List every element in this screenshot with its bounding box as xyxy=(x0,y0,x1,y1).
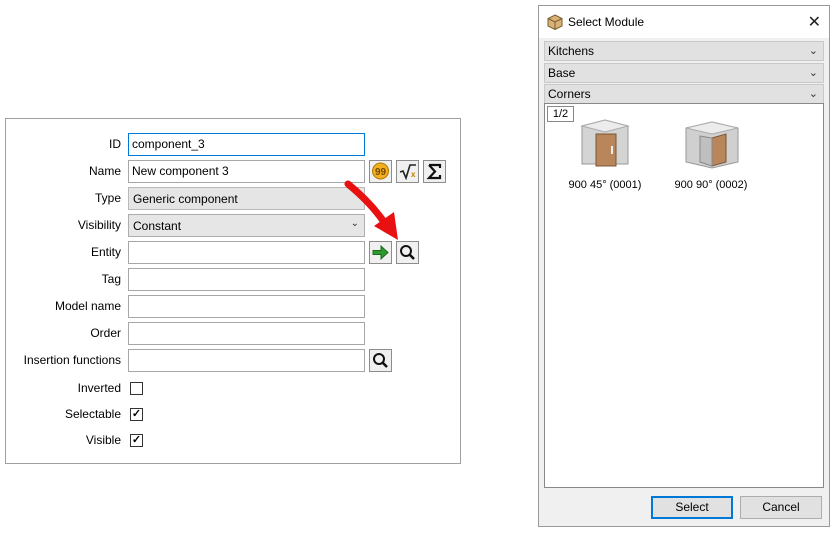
category-label: Base xyxy=(548,66,576,80)
cube-icon xyxy=(547,14,563,30)
visibility-value: Constant xyxy=(133,219,182,233)
component-properties-panel: ID component_3 Name New component 3 99 x… xyxy=(5,118,461,464)
visible-label: Visible xyxy=(85,433,121,447)
sum-button[interactable] xyxy=(423,160,446,183)
dialog-title: Select Module xyxy=(568,15,645,29)
close-icon[interactable]: ✕ xyxy=(808,12,821,32)
sigma-icon xyxy=(426,163,442,180)
insertion-functions-label: Insertion functions xyxy=(23,353,121,367)
chevron-down-icon: ⌄ xyxy=(808,88,818,100)
inverted-label: Inverted xyxy=(77,381,121,395)
red-annotation-arrow-icon xyxy=(344,180,398,240)
model-name-field[interactable] xyxy=(128,295,365,318)
visibility-label: Visibility xyxy=(77,218,121,232)
entity-field[interactable] xyxy=(128,241,365,264)
category-kitchens[interactable]: Kitchens ⌄ xyxy=(544,41,824,61)
search-insertion-functions-button[interactable] xyxy=(369,349,392,372)
tag-field[interactable] xyxy=(128,268,365,291)
tag-row: Tag xyxy=(6,268,460,292)
module-caption: 900 90° (0002) xyxy=(674,179,748,191)
module-caption: 900 45° (0001) xyxy=(568,179,642,191)
model-name-row: Model name xyxy=(6,295,460,319)
order-row: Order xyxy=(6,322,460,346)
tag-label: Tag xyxy=(101,272,121,286)
inverted-row: Inverted xyxy=(6,377,460,401)
name-label: Name xyxy=(88,164,121,178)
inverted-checkbox[interactable] xyxy=(130,382,143,395)
entity-label: Entity xyxy=(90,245,121,259)
id-field[interactable]: component_3 xyxy=(128,133,365,156)
select-module-dialog: Select Module ✕ Kitchens ⌄ Base ⌄ Corner… xyxy=(538,5,830,527)
order-field[interactable] xyxy=(128,322,365,345)
visible-checkbox[interactable]: ✓ xyxy=(130,434,143,447)
category-label: Corners xyxy=(548,87,591,101)
svg-text:99: 99 xyxy=(375,167,387,178)
corner-cabinet-90-icon xyxy=(685,121,739,169)
select-button[interactable]: Select xyxy=(651,496,733,519)
selectable-checkbox[interactable]: ✓ xyxy=(130,408,143,421)
id-label: ID xyxy=(109,137,121,151)
insertion-functions-field[interactable] xyxy=(128,349,365,372)
module-tile[interactable]: 900 90° (0002) xyxy=(661,116,761,191)
visible-row: Visible ✓ xyxy=(6,429,460,453)
module-tile[interactable]: 900 45° (0001) xyxy=(555,116,655,191)
module-grid: 1/2 900 45° (0001) 900 90° (0002) xyxy=(544,103,824,488)
type-label: Type xyxy=(94,191,121,205)
selectable-row: Selectable ✓ xyxy=(6,403,460,427)
order-label: Order xyxy=(90,326,121,340)
id-row: ID component_3 xyxy=(6,133,460,157)
chevron-down-icon: ⌄ xyxy=(808,67,818,79)
model-name-label: Model name xyxy=(54,299,121,313)
category-corners[interactable]: Corners ⌄ xyxy=(544,84,824,104)
selectable-label: Selectable xyxy=(64,407,121,421)
category-base[interactable]: Base ⌄ xyxy=(544,63,824,83)
chevron-down-icon: ⌄ xyxy=(808,45,818,57)
magnifier-icon xyxy=(373,353,388,368)
svg-text:x: x xyxy=(411,170,416,179)
insertion-functions-row: Insertion functions xyxy=(6,349,460,373)
name-field[interactable]: New component 3 xyxy=(128,160,365,183)
visibility-dropdown[interactable]: Constant ⌄ xyxy=(128,214,365,237)
cancel-button[interactable]: Cancel xyxy=(740,496,822,519)
type-field[interactable]: Generic component xyxy=(128,187,365,210)
dialog-title-bar: Select Module ✕ xyxy=(539,6,829,38)
corner-cabinet-45-icon xyxy=(580,119,630,167)
category-label: Kitchens xyxy=(548,44,595,58)
